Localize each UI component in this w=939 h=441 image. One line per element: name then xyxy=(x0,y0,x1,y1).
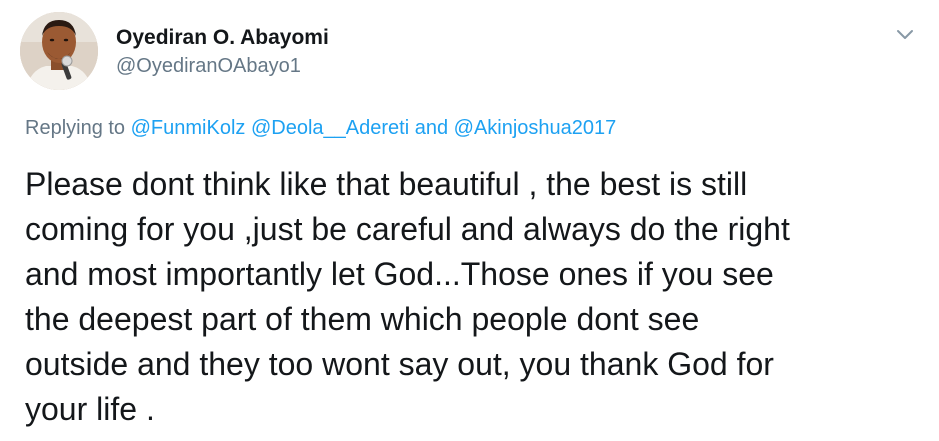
replying-to-label: Replying to xyxy=(25,117,126,139)
mention-link[interactable]: @Akinjoshua2017 xyxy=(454,117,617,139)
tweet-text-line: your life . xyxy=(25,391,155,427)
tweet-text-line: Please dont think like that beautiful , … xyxy=(25,166,748,202)
chevron-down-icon[interactable] xyxy=(893,22,917,46)
mention-link[interactable]: @FunmiKolz xyxy=(131,117,246,139)
tweet-text-line: coming for you ,just be careful and alwa… xyxy=(25,211,790,247)
author-names: Oyediran O. Abayomi @OyediranOAbayo1 xyxy=(116,26,329,78)
replying-conjunction[interactable]: and xyxy=(415,117,448,139)
tweet-card: Oyediran O. Abayomi @OyediranOAbayo1 Rep… xyxy=(0,0,939,441)
tweet-text: Please dont think like that beautiful , … xyxy=(25,162,925,432)
mention-link[interactable]: @Deola__Adereti xyxy=(251,117,409,139)
tweet-text-line: the deepest part of them which people do… xyxy=(25,301,700,337)
tweet-text-line: and most importantly let God...Those one… xyxy=(25,256,774,292)
replying-to: Replying to @FunmiKolz @Deola__Adereti a… xyxy=(25,116,616,140)
tweet-header: Oyediran O. Abayomi @OyediranOAbayo1 xyxy=(20,12,919,92)
author-handle[interactable]: @OyediranOAbayo1 xyxy=(116,54,329,78)
author-display-name[interactable]: Oyediran O. Abayomi xyxy=(116,26,329,50)
tweet-text-line: outside and they too wont say out, you t… xyxy=(25,346,774,382)
avatar-photo xyxy=(20,12,98,90)
avatar[interactable] xyxy=(20,12,98,90)
